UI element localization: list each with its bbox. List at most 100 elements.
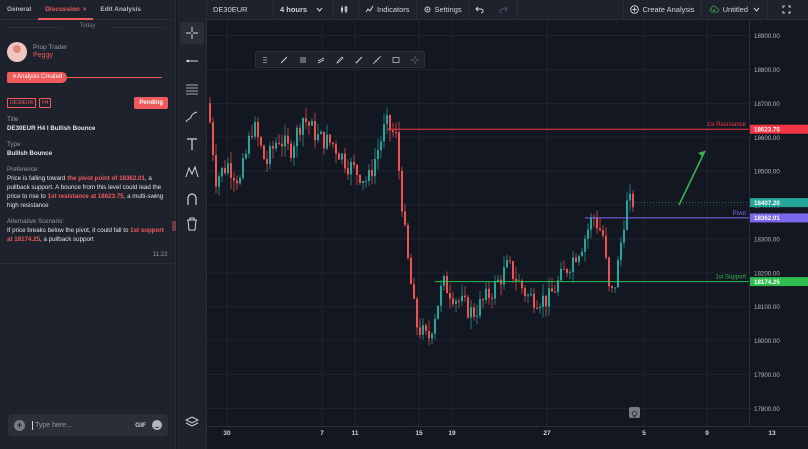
- symbol-tag[interactable]: DE30EUR: [7, 98, 37, 108]
- day-separator: Today: [0, 23, 175, 33]
- level-price-label: 18623.75: [754, 127, 780, 134]
- author-name[interactable]: Peggy: [33, 52, 67, 60]
- indicators-button[interactable]: Indicators: [359, 0, 417, 20]
- price-chart[interactable]: 1st Resistance Pivot 1st Support: [207, 20, 749, 437]
- parallel-channel-icon: [318, 57, 325, 63]
- candle-body: [536, 307, 538, 309]
- lightbulb-button[interactable]: [629, 407, 640, 419]
- alternative-text: If price breaks below the pivot, it coul…: [7, 227, 164, 243]
- candle-body: [509, 260, 511, 262]
- fib-retracement-tool[interactable]: [180, 78, 204, 100]
- symbol-search[interactable]: DE30EUR: [207, 0, 274, 20]
- candle-body: [269, 146, 271, 164]
- candle-body: [455, 300, 457, 304]
- candle-body: [224, 167, 226, 174]
- candle-body: [482, 299, 484, 301]
- crosshair-icon: [186, 27, 198, 39]
- delete-tool[interactable]: [180, 213, 204, 235]
- candle-body: [359, 174, 361, 184]
- candle-body: [335, 144, 337, 154]
- magnet-tool[interactable]: [180, 188, 204, 210]
- candle-body: [308, 121, 310, 126]
- candle-body: [512, 261, 514, 279]
- text-icon: [187, 138, 197, 150]
- candle-body: [413, 284, 415, 299]
- pattern-tool[interactable]: [180, 161, 204, 183]
- layers-tool[interactable]: [180, 411, 204, 433]
- settings-button[interactable]: Settings: [417, 0, 469, 20]
- status-flag-label: Analysis Created: [17, 74, 63, 80]
- fib-retracement-icon: [186, 84, 198, 95]
- timeframe-tag[interactable]: H4: [39, 98, 52, 108]
- panel-resize-handle[interactable]: [172, 218, 176, 231]
- pencil-button[interactable]: [331, 52, 350, 67]
- candle-body: [584, 238, 586, 252]
- candle-body: [632, 193, 634, 208]
- tab-general[interactable]: General: [0, 0, 38, 20]
- extended-line-button[interactable]: [368, 52, 387, 67]
- crosshair-button[interactable]: [405, 52, 424, 67]
- drag-handle-button[interactable]: [256, 52, 275, 67]
- parallel-channel-button[interactable]: [312, 52, 331, 67]
- level-price-label: 18174.25: [754, 279, 780, 286]
- candle-body: [428, 331, 430, 339]
- fib-button[interactable]: [293, 52, 312, 67]
- candle-body: [338, 153, 340, 160]
- candle-body: [353, 162, 355, 166]
- crosshair-tool[interactable]: [180, 22, 204, 44]
- price-scale[interactable]: 18900.00 18800.00 18700.00 18600.00 18500.00…: [749, 20, 808, 437]
- panel-tabs: General Discussion × Edit Analysis: [0, 0, 175, 20]
- tab-discussion-label: Discussion: [45, 5, 80, 13]
- fullscreen-button[interactable]: [768, 0, 808, 20]
- candle-body: [425, 325, 427, 332]
- ray-button[interactable]: [349, 52, 368, 67]
- message-input[interactable]: Type here...: [35, 422, 72, 429]
- trend-line-button[interactable]: [275, 52, 294, 67]
- candle-body: [494, 281, 496, 299]
- create-analysis-button[interactable]: Create Analysis: [623, 0, 702, 20]
- candle-body: [431, 333, 433, 339]
- gif-button[interactable]: GIF: [135, 422, 146, 429]
- author-role: Prop Trader: [33, 44, 68, 51]
- close-icon[interactable]: ×: [83, 7, 87, 13]
- plus-icon[interactable]: +: [14, 419, 25, 431]
- text-tool[interactable]: [180, 133, 204, 155]
- avatar[interactable]: [7, 42, 27, 62]
- time-scale[interactable]: 30 7 11 15 19 27 5 9 13: [207, 426, 808, 449]
- candle-body: [236, 180, 238, 184]
- candle-body: [605, 235, 607, 258]
- redo-button[interactable]: [493, 0, 518, 20]
- candle-type-button[interactable]: [334, 0, 359, 20]
- tab-edit-analysis[interactable]: Edit Analysis: [93, 0, 148, 20]
- candle-body: [422, 325, 424, 335]
- candle-body: [488, 288, 490, 298]
- rectangle-button[interactable]: [387, 52, 406, 67]
- type-section: Type Bullish Bounce: [7, 140, 168, 158]
- candle-body: [248, 135, 250, 154]
- alternative-label: Alternative Scenario:: [7, 218, 65, 225]
- price-tick-label: 18300.00: [754, 236, 780, 243]
- candle-body: [257, 122, 259, 138]
- undo-button[interactable]: [469, 0, 493, 20]
- emoji-icon[interactable]: [152, 420, 162, 430]
- brush-tool[interactable]: [180, 106, 204, 128]
- candle-body: [356, 165, 358, 175]
- status-badge[interactable]: Pending: [134, 97, 168, 109]
- time-tick-label: 30: [223, 430, 231, 437]
- price-axis: 18900.00 18800.00 18700.00 18600.00 18500.00…: [750, 33, 808, 413]
- candle-body: [560, 268, 562, 281]
- level-label: Pivot: [733, 211, 747, 217]
- message-composer[interactable]: + Type here... GIF: [8, 414, 168, 436]
- candle-body: [506, 260, 508, 268]
- candle-body: [278, 142, 280, 144]
- horizontal-line-tool[interactable]: [180, 50, 204, 72]
- candle-body: [461, 295, 463, 302]
- type-label: Type: [7, 141, 21, 148]
- tab-discussion[interactable]: Discussion ×: [38, 0, 94, 20]
- layout-menu[interactable]: Untitled: [702, 0, 768, 20]
- interval-select[interactable]: 4 hours: [274, 0, 334, 20]
- chart-canvas[interactable]: 1st Resistance Pivot 1st Support: [207, 20, 749, 437]
- candle-body: [401, 170, 403, 212]
- cloud-check-icon: [709, 5, 719, 13]
- text-cursor: [32, 420, 33, 430]
